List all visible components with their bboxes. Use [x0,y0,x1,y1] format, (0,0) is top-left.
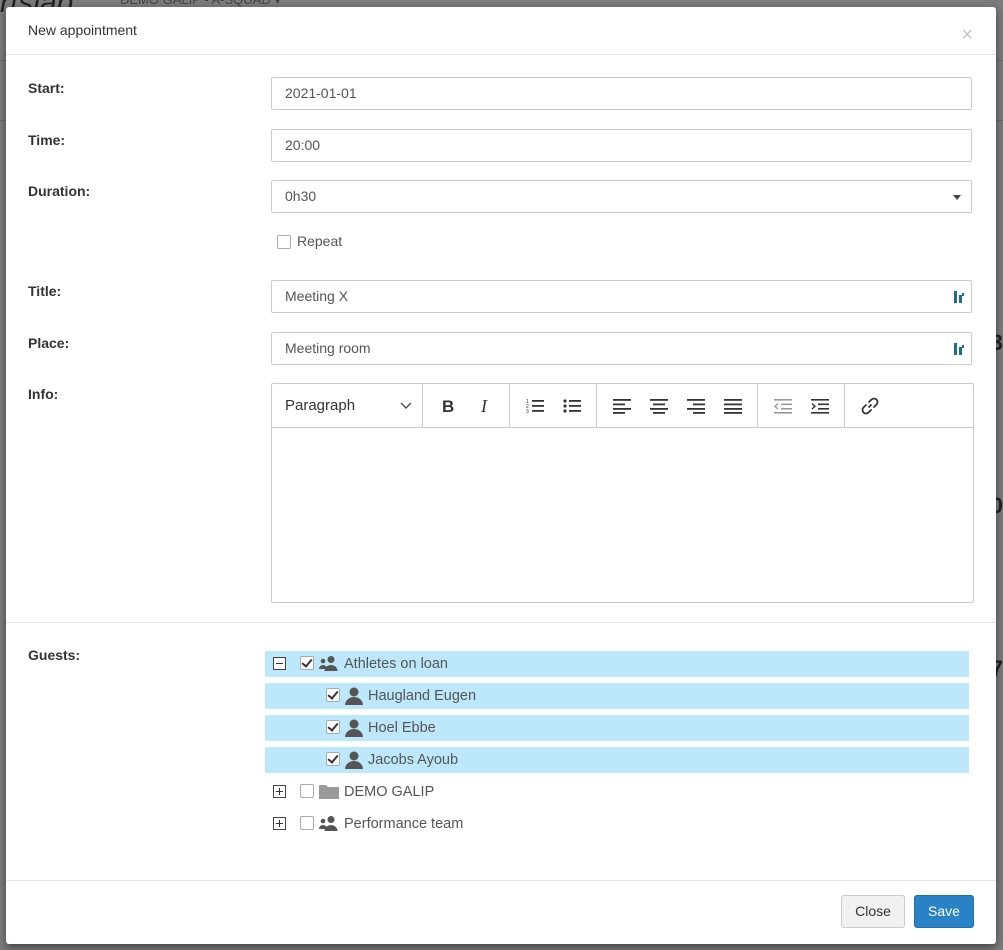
align-right-button[interactable] [677,385,714,427]
tree-node-label: Athletes on loan [344,656,448,672]
svg-text:3: 3 [526,409,529,414]
start-label: Start: [28,80,65,96]
align-center-button[interactable] [640,385,677,427]
new-appointment-dialog: New appointment × Start: 2021-01-01 Time… [6,7,996,944]
duration-select[interactable]: 0h30 [271,180,972,213]
link-icon [861,397,878,414]
tree-node-performance-team[interactable]: Performance team [265,811,969,837]
repeat-label: Repeat [297,233,343,249]
bold-icon: B [442,398,454,414]
bullet-list-button[interactable] [553,385,590,427]
chevron-down-icon [400,401,412,409]
repeat-option[interactable]: Repeat [277,233,343,250]
tree-checkbox[interactable] [300,656,314,670]
ordered-list-icon: 1 2 3 [526,399,544,414]
bullet-list-icon [562,398,581,413]
place-input[interactable]: Meeting room [271,332,972,365]
start-date-input[interactable]: 2021-01-01 [271,77,972,110]
tree-checkbox[interactable] [300,784,314,798]
close-button[interactable]: Close [841,895,905,928]
translate-icon[interactable] [953,342,965,356]
outdent-button[interactable] [764,385,801,427]
time-label: Time: [28,132,66,148]
tree-node-person[interactable]: Jacobs Ayoub [265,747,969,773]
modal-title: New appointment [28,22,137,38]
tree-node-label: Performance team [344,816,464,832]
tree-checkbox[interactable] [326,752,340,766]
folder-icon [319,785,339,799]
expand-icon[interactable] [273,785,286,798]
info-rich-text-editor: Paragraph B I 1 2 3 [271,383,974,603]
collapse-icon[interactable] [273,657,286,670]
info-label: Info: [28,386,59,402]
block-format-select[interactable]: Paragraph [272,397,422,414]
indent-icon [810,398,829,414]
svg-text:B: B [442,398,454,414]
chevron-down-icon [953,195,961,200]
place-label: Place: [28,335,70,351]
close-icon[interactable]: × [961,25,973,45]
person-icon [345,751,363,769]
svg-text:I: I [480,398,488,414]
repeat-checkbox[interactable] [277,235,291,250]
expand-icon[interactable] [273,817,286,830]
link-button[interactable] [851,385,888,427]
indent-button[interactable] [801,385,838,427]
person-icon [345,719,363,737]
section-divider [6,622,996,623]
align-justify-button[interactable] [714,385,751,427]
tree-node-label: Jacobs Ayoub [368,752,459,768]
group-icon [319,816,338,831]
editor-toolbar: Paragraph B I 1 2 3 [272,384,973,428]
tree-node-person[interactable]: Hoel Ebbe [265,715,969,741]
tree-checkbox[interactable] [326,688,340,702]
align-left-button[interactable] [603,385,640,427]
tree-node-person[interactable]: Haugland Eugen [265,683,969,709]
duration-value: 0h30 [285,188,317,204]
tree-node-label: Hoel Ebbe [368,720,436,736]
tree-node-athletes-on-loan[interactable]: Athletes on loan [265,651,969,677]
title-input[interactable]: Meeting X [271,280,972,313]
tree-node-label: DEMO GALIP [344,784,435,800]
align-right-icon [686,398,705,414]
group-icon [319,656,338,671]
tree-checkbox[interactable] [300,816,314,830]
block-format-value: Paragraph [285,397,356,414]
bold-button[interactable]: B [429,385,466,427]
align-justify-icon [723,398,742,414]
guests-label: Guests: [28,647,81,663]
place-value: Meeting room [285,340,371,356]
save-button[interactable]: Save [914,895,974,928]
tree-checkbox[interactable] [326,720,340,734]
tree-node-label: Haugland Eugen [368,688,477,704]
info-text-area[interactable] [272,428,973,603]
title-label: Title: [28,283,62,299]
person-icon [345,687,363,705]
italic-icon: I [480,398,488,414]
translate-icon[interactable] [953,290,965,304]
align-center-icon [649,398,668,414]
ordered-list-button[interactable]: 1 2 3 [516,385,553,427]
italic-button[interactable]: I [466,385,503,427]
title-value: Meeting X [285,288,349,304]
duration-label: Duration: [28,183,91,199]
footer-divider [6,880,996,881]
tree-node-demo-galip[interactable]: DEMO GALIP [265,779,969,805]
outdent-icon [773,398,792,414]
time-input[interactable]: 20:00 [271,129,972,162]
modal-header: New appointment × [6,7,996,55]
align-left-icon [612,398,631,414]
